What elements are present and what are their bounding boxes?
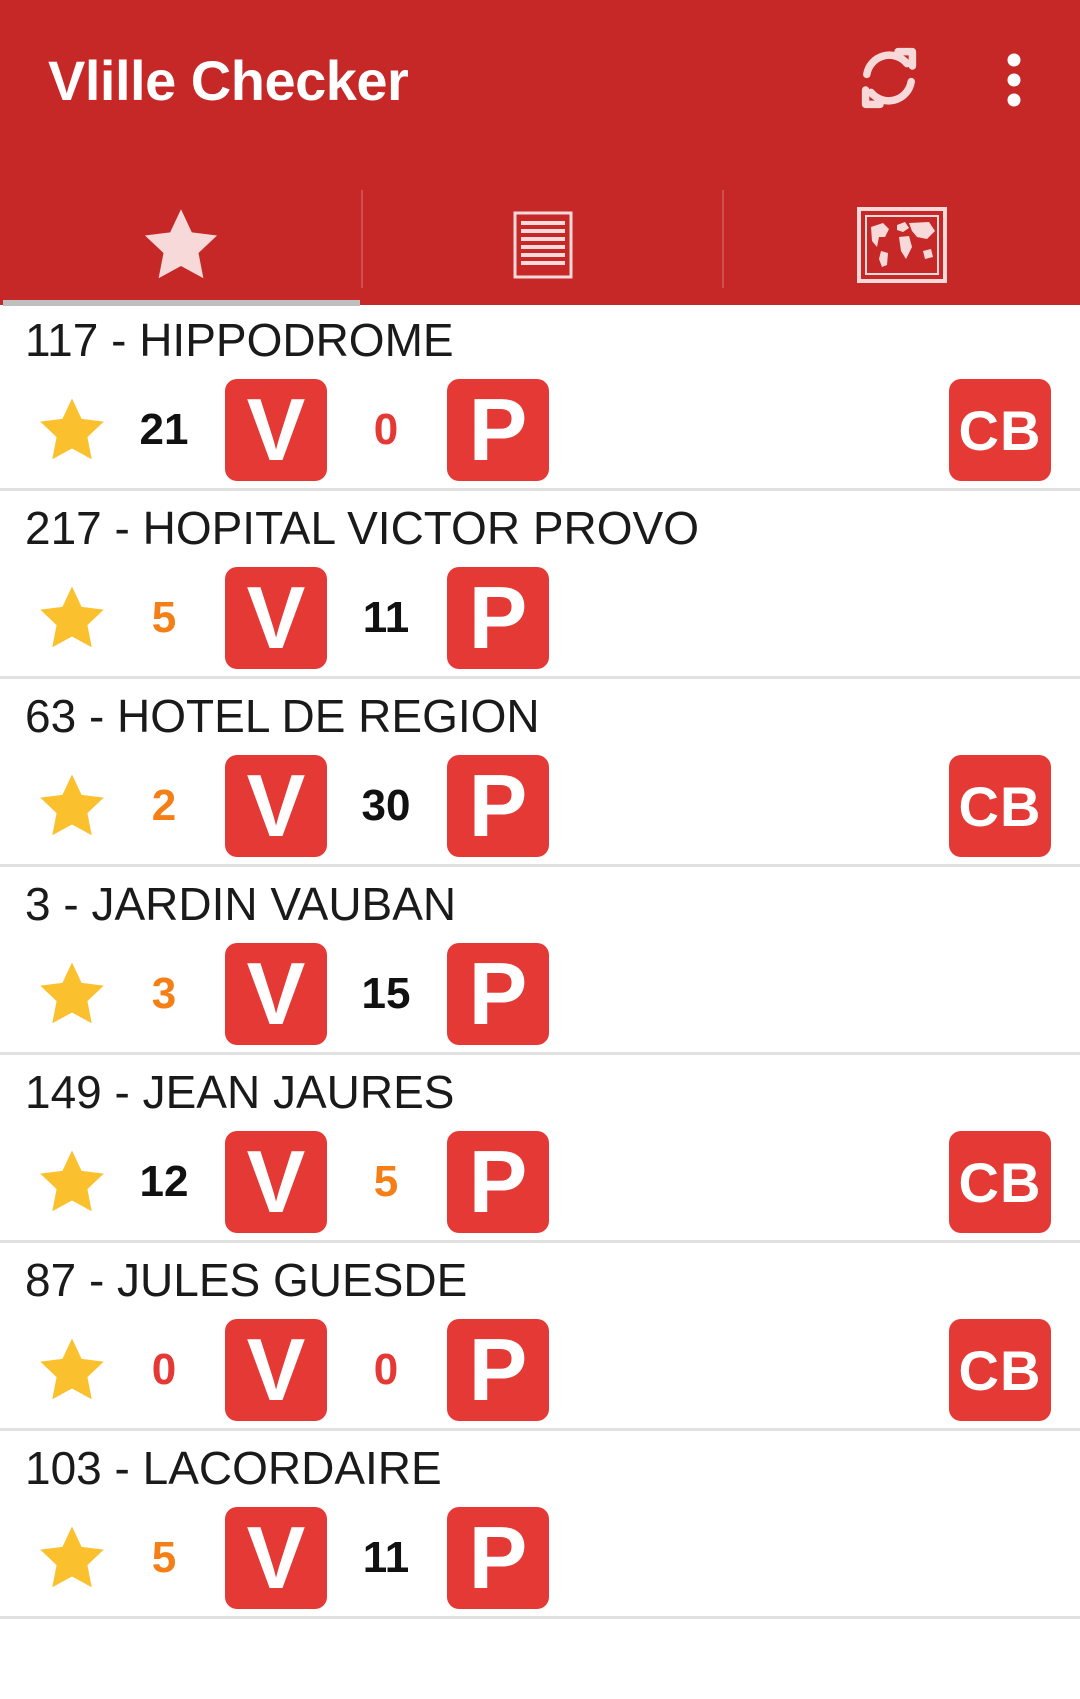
favorite-star-icon[interactable] (33, 957, 111, 1031)
station-name: 63 - HOTEL DE REGION (25, 690, 540, 742)
favorite-star-icon[interactable] (33, 581, 111, 655)
selected-tab-indicator (3, 300, 360, 306)
app-bar: Vlille Checker (0, 0, 1080, 306)
available-bikes-count: 12 (139, 1157, 189, 1206)
available-places-count: 30 (361, 781, 411, 830)
list-icon (513, 211, 572, 279)
tab-stations-list[interactable] (362, 185, 723, 305)
more-vert-icon[interactable] (1004, 52, 1024, 108)
station-row[interactable]: 103 - LACORDAIRE 5 V 11 P (0, 1431, 1080, 1619)
places-badge: P (447, 1131, 549, 1233)
available-bikes-count: 5 (151, 593, 177, 642)
credit-card-badge: CB (949, 1131, 1051, 1233)
bikes-badge: V (225, 379, 327, 481)
station-name: 117 - HIPPODROME (25, 314, 454, 366)
available-bikes-count: 2 (151, 781, 177, 830)
star-icon (144, 209, 218, 279)
available-bikes-count: 0 (151, 1345, 177, 1394)
favorite-star-icon[interactable] (33, 1145, 111, 1219)
tab-map[interactable] (723, 185, 1080, 305)
refresh-button[interactable] (846, 35, 932, 121)
station-row[interactable]: 117 - HIPPODROME 21 V 0 P CB (0, 303, 1080, 491)
places-badge: P (447, 379, 549, 481)
bikes-badge: V (225, 1507, 327, 1609)
station-name: 87 - JULES GUESDE (25, 1254, 468, 1306)
station-row[interactable]: 87 - JULES GUESDE 0 V 0 P CB (0, 1243, 1080, 1431)
favorite-star-icon[interactable] (33, 1333, 111, 1407)
places-badge: P (447, 1507, 549, 1609)
places-badge: P (447, 1319, 549, 1421)
world-map-icon (856, 207, 947, 283)
overflow-menu-button[interactable] (990, 45, 1038, 115)
bikes-badge: V (225, 1319, 327, 1421)
available-bikes-count: 5 (151, 1533, 177, 1582)
bikes-badge: V (225, 755, 327, 857)
favorite-star-icon[interactable] (33, 393, 111, 467)
places-badge: P (447, 567, 549, 669)
app-title: Vlille Checker (48, 49, 409, 112)
available-places-count: 0 (373, 405, 399, 454)
places-badge: P (447, 943, 549, 1045)
favorite-star-icon[interactable] (33, 1521, 111, 1595)
station-name: 3 - JARDIN VAUBAN (25, 878, 457, 930)
credit-card-badge: CB (949, 379, 1051, 481)
available-places-count: 5 (373, 1157, 399, 1206)
bikes-badge: V (225, 567, 327, 669)
credit-card-badge: CB (949, 1319, 1051, 1421)
refresh-icon[interactable] (853, 42, 925, 114)
station-row[interactable]: 149 - JEAN JAURES 12 V 5 P CB (0, 1055, 1080, 1243)
available-places-count: 11 (362, 1533, 410, 1582)
available-places-count: 11 (362, 593, 410, 642)
places-badge: P (447, 755, 549, 857)
available-places-count: 0 (373, 1345, 399, 1394)
station-row[interactable]: 217 - HOPITAL VICTOR PROVO 5 V 11 P (0, 491, 1080, 679)
station-row[interactable]: 3 - JARDIN VAUBAN 3 V 15 P (0, 867, 1080, 1055)
available-bikes-count: 3 (151, 969, 177, 1018)
favorite-star-icon[interactable] (33, 769, 111, 843)
credit-card-badge: CB (949, 755, 1051, 857)
station-name: 217 - HOPITAL VICTOR PROVO (25, 502, 699, 554)
available-bikes-count: 21 (139, 405, 189, 454)
tab-favorites[interactable] (0, 185, 362, 305)
bikes-badge: V (225, 1131, 327, 1233)
tab-bar (0, 185, 1080, 306)
station-row[interactable]: 63 - HOTEL DE REGION 2 V 30 P CB (0, 679, 1080, 867)
available-places-count: 15 (361, 969, 411, 1018)
station-name: 149 - JEAN JAURES (25, 1066, 455, 1118)
bikes-badge: V (225, 943, 327, 1045)
station-name: 103 - LACORDAIRE (25, 1442, 442, 1494)
